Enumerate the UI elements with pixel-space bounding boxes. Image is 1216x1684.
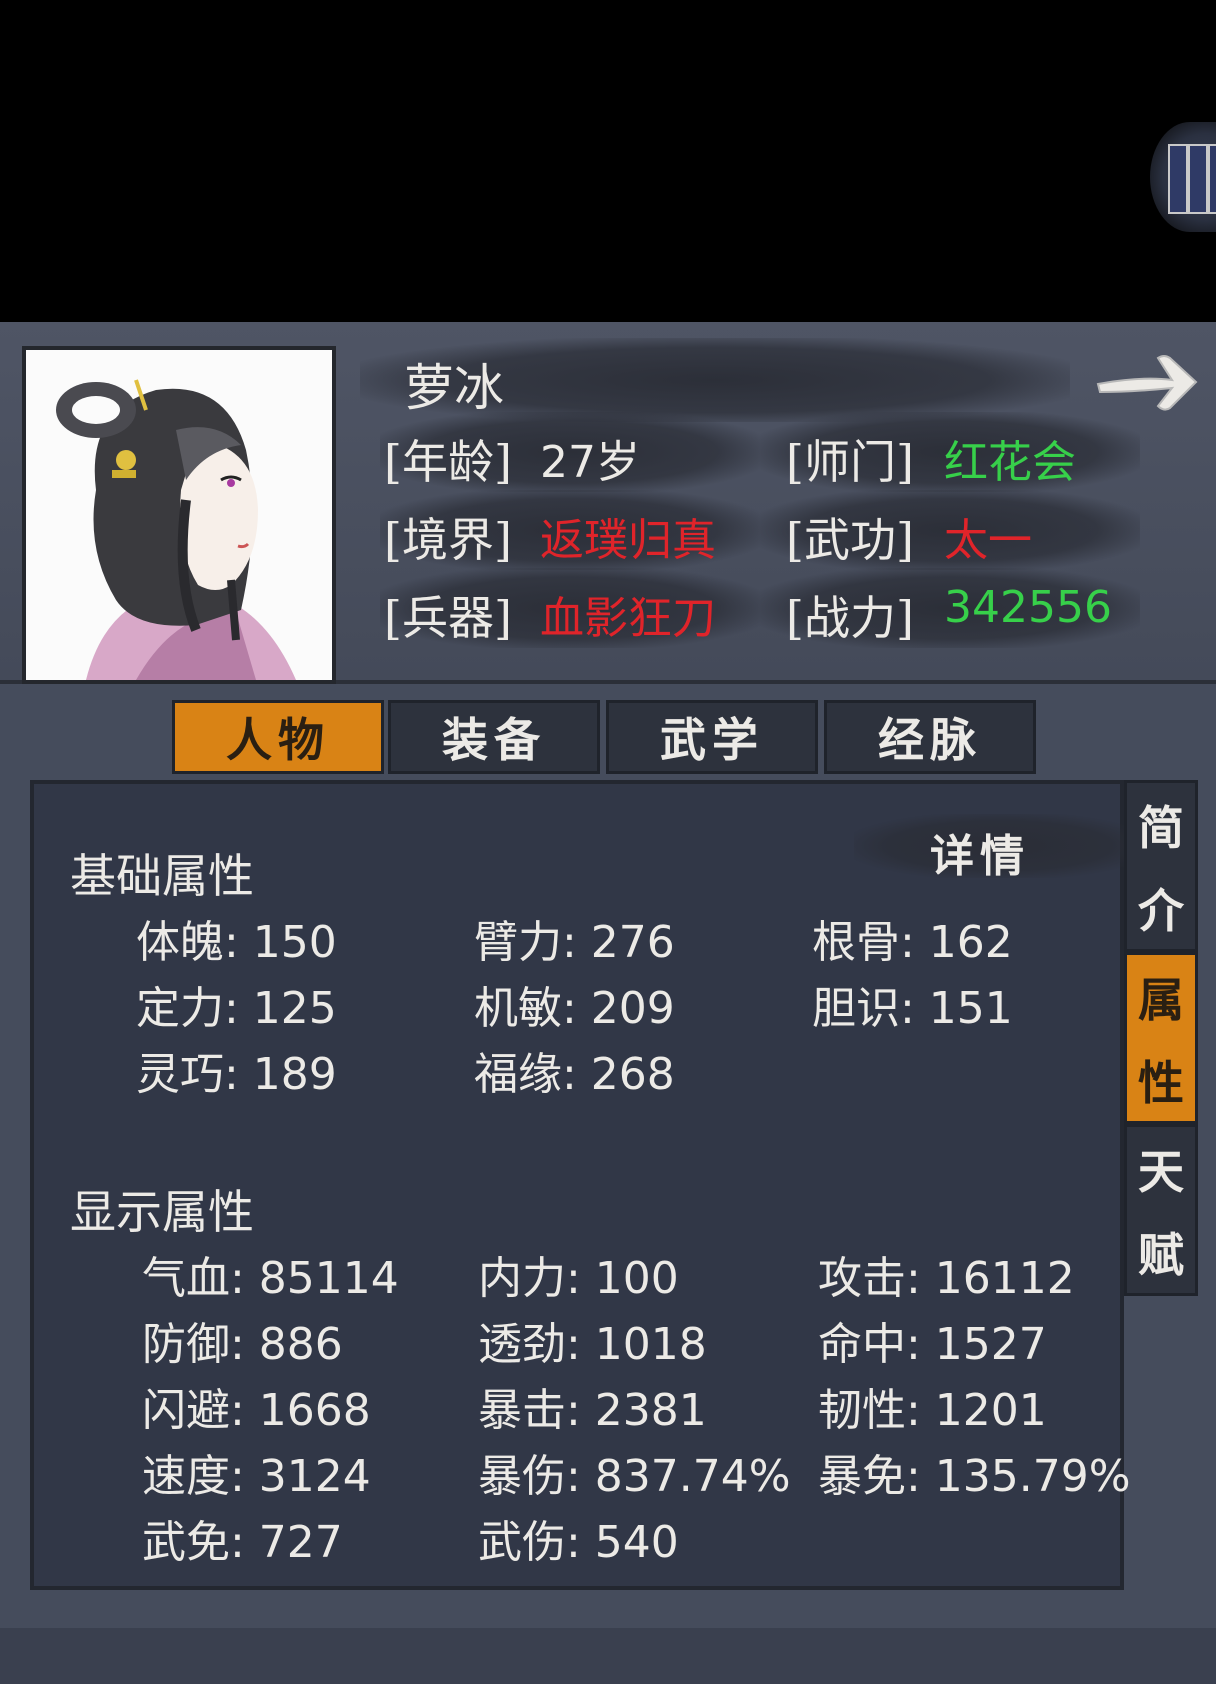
tab-character[interactable]: 人物 [172, 700, 384, 774]
stat-martial-resist: 武免: 727 [142, 1517, 343, 1568]
age-value: 27岁 [540, 437, 640, 488]
tab-meridians[interactable]: 经脉 [824, 700, 1036, 774]
realm-value: 返璞归真 [540, 515, 716, 566]
display-attributes-title: 显示属性 [70, 1185, 254, 1239]
side-tab-talents[interactable]: 天 赋 [1124, 1124, 1198, 1296]
stat-crit-resist: 暴免: 135.79% [818, 1451, 1131, 1502]
details-button[interactable]: 详情 [930, 820, 1030, 884]
attributes-content: 详情 基础属性 体魄: 150 臂力: 276 根骨: 162 定力: 125 … [30, 780, 1144, 1590]
side-tab-char: 简 [1138, 800, 1184, 855]
stat-accuracy: 命中: 1527 [818, 1319, 1047, 1370]
age-label: [年龄] [384, 435, 512, 489]
stat-toughness: 韧性: 1201 [818, 1385, 1047, 1436]
power-value: 342556 [944, 582, 1112, 633]
stat-crit-damage: 暴伤: 837.74% [478, 1451, 791, 1502]
stat-speed: 速度: 3124 [142, 1451, 371, 1502]
side-tab-char: 天 [1138, 1144, 1184, 1199]
side-tab-char: 介 [1138, 883, 1184, 938]
side-tab-char: 性 [1138, 1055, 1184, 1110]
character-header: 萝冰 [年龄] 27岁 [师门] 红花会 [境界] 返璞归真 [武功] 太一 [… [0, 322, 1216, 684]
stat-crit: 暴击: 2381 [478, 1385, 707, 1436]
martial-art-value: 太一 [944, 515, 1032, 566]
side-tab-char: 属 [1138, 972, 1184, 1027]
base-attributes-title: 基础属性 [70, 849, 254, 903]
martial-art-label: [武功] [786, 513, 914, 567]
stat-agility: 机敏: 209 [474, 983, 675, 1034]
stat-arm-strength: 臂力: 276 [474, 917, 675, 968]
power-label: [战力] [786, 591, 914, 645]
side-tab-intro[interactable]: 简 介 [1124, 780, 1198, 952]
right-arrow-icon[interactable] [1092, 346, 1202, 416]
weapon-value: 血影狂刀 [540, 593, 716, 644]
stat-courage: 胆识: 151 [812, 983, 1013, 1034]
character-panel: 萝冰 [年龄] 27岁 [师门] 红花会 [境界] 返璞归真 [武功] 太一 [… [0, 322, 1216, 1684]
stat-bone: 根骨: 162 [812, 917, 1013, 968]
stat-hp: 气血: 85114 [142, 1253, 399, 1304]
stat-inner-power: 内力: 100 [478, 1253, 679, 1304]
stat-penetration: 透劲: 1018 [478, 1319, 707, 1370]
stat-physique: 体魄: 150 [136, 917, 337, 968]
stat-martial-damage: 武伤: 540 [478, 1517, 679, 1568]
scroll-menu-icon[interactable] [1150, 122, 1216, 232]
side-tab-attributes[interactable]: 属 性 [1124, 952, 1198, 1124]
panel-footer [0, 1628, 1216, 1684]
tab-equipment[interactable]: 装备 [388, 700, 600, 774]
side-tab-char: 赋 [1138, 1227, 1184, 1282]
stat-dodge: 闪避: 1668 [142, 1385, 371, 1436]
character-portrait [22, 346, 336, 684]
stat-defense: 防御: 886 [142, 1319, 343, 1370]
character-name: 萝冰 [404, 359, 504, 417]
realm-label: [境界] [384, 513, 512, 567]
stat-dexterity: 灵巧: 189 [136, 1049, 337, 1100]
tab-martial-arts[interactable]: 武学 [606, 700, 818, 774]
stat-fortune: 福缘: 268 [474, 1049, 675, 1100]
sect-value: 红花会 [944, 437, 1076, 488]
weapon-label: [兵器] [384, 591, 512, 645]
stat-composure: 定力: 125 [136, 983, 337, 1034]
sect-label: [师门] [786, 435, 914, 489]
stat-attack: 攻击: 16112 [818, 1253, 1075, 1304]
